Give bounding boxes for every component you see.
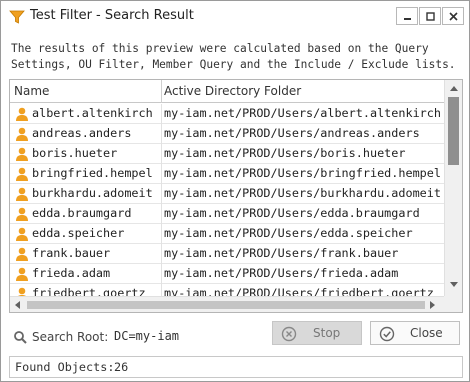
user-icon bbox=[16, 107, 28, 121]
vertical-scrollbar[interactable] bbox=[444, 80, 462, 296]
stop-button[interactable]: Stop bbox=[272, 321, 362, 345]
found-objects-label: Found Objects: bbox=[15, 360, 115, 374]
minimize-button[interactable] bbox=[396, 7, 418, 25]
description-line: Settings, OU Filter, Member Query and th… bbox=[11, 58, 456, 71]
cell-folder: my-iam.net/PROD/Users/friedbert.goertz bbox=[164, 286, 434, 296]
cell-name: bringfried.hempel bbox=[32, 166, 153, 180]
scroll-left-arrow-icon[interactable] bbox=[14, 301, 20, 309]
user-icon bbox=[16, 207, 28, 221]
cell-divider bbox=[161, 244, 162, 264]
cell-divider bbox=[161, 224, 162, 244]
user-icon bbox=[18, 287, 26, 296]
check-circle-icon bbox=[379, 326, 395, 342]
table-row[interactable]: boris.hueter my-iam.net/PROD/Users/boris… bbox=[10, 144, 444, 164]
cell-divider bbox=[161, 104, 162, 124]
table-row[interactable]: andreas.anders my-iam.net/PROD/Users/and… bbox=[10, 124, 444, 144]
user-icon bbox=[16, 127, 28, 141]
cell-name: andreas.anders bbox=[32, 126, 132, 140]
table-row[interactable]: bringfried.hempel my-iam.net/PROD/Users/… bbox=[10, 164, 444, 184]
cell-folder: my-iam.net/PROD/Users/albert.altenkirch bbox=[164, 106, 441, 120]
search-root-value: DC=my-iam bbox=[114, 329, 180, 343]
cell-folder: my-iam.net/PROD/Users/frieda.adam bbox=[164, 266, 399, 280]
user-icon bbox=[16, 167, 28, 181]
close-button-label: Close bbox=[410, 326, 443, 340]
vertical-scroll-thumb[interactable] bbox=[448, 97, 459, 165]
cell-divider bbox=[161, 284, 162, 296]
scroll-up-arrow-icon[interactable] bbox=[450, 85, 458, 91]
table-row[interactable]: friedbert.goertz my-iam.net/PROD/Users/f… bbox=[10, 284, 444, 296]
stop-circle-icon bbox=[281, 326, 297, 342]
cell-folder: my-iam.net/PROD/Users/edda.speicher bbox=[164, 226, 413, 240]
cell-name: friedbert.goertz bbox=[32, 286, 146, 296]
cell-divider bbox=[161, 124, 162, 144]
scroll-down-arrow-icon[interactable] bbox=[450, 282, 458, 288]
grid-rows: albert.altenkirch my-iam.net/PROD/Users/… bbox=[10, 104, 444, 296]
table-row[interactable]: edda.speicher my-iam.net/PROD/Users/edda… bbox=[10, 224, 444, 244]
minimize-icon bbox=[404, 18, 411, 20]
grid-header: Name Active Directory Folder bbox=[10, 80, 444, 103]
table-row[interactable]: frieda.adam my-iam.net/PROD/Users/frieda… bbox=[10, 264, 444, 284]
table-row[interactable]: albert.altenkirch my-iam.net/PROD/Users/… bbox=[10, 104, 444, 124]
results-grid[interactable]: Name Active Directory Folder albert.alte… bbox=[9, 79, 463, 313]
table-row[interactable]: edda.braumgard my-iam.net/PROD/Users/edd… bbox=[10, 204, 444, 224]
cell-divider bbox=[161, 184, 162, 204]
user-icon bbox=[16, 227, 28, 241]
user-icon bbox=[16, 247, 28, 261]
description-line: The results of this preview were calcula… bbox=[11, 42, 429, 55]
user-icon bbox=[16, 187, 28, 201]
cell-name: frank.bauer bbox=[32, 246, 111, 260]
cell-name: albert.altenkirch bbox=[32, 106, 153, 120]
cell-name: boris.hueter bbox=[32, 146, 118, 160]
horizontal-scroll-thumb[interactable] bbox=[27, 301, 425, 309]
maximize-icon bbox=[426, 12, 435, 21]
cell-name: edda.braumgard bbox=[32, 206, 132, 220]
column-header-folder[interactable]: Active Directory Folder bbox=[164, 84, 301, 98]
cell-name: burkhardu.adomeit bbox=[32, 186, 153, 200]
cell-divider bbox=[161, 264, 162, 284]
cell-name: frieda.adam bbox=[32, 266, 111, 280]
horizontal-scrollbar[interactable] bbox=[10, 296, 444, 312]
search-root-label: Search Root: bbox=[32, 330, 109, 344]
close-button[interactable]: Close bbox=[370, 321, 460, 345]
search-result-window: Test Filter - Search Result The results … bbox=[0, 0, 470, 382]
user-icon bbox=[16, 147, 28, 161]
cell-divider bbox=[161, 164, 162, 184]
cell-folder: my-iam.net/PROD/Users/bringfried.hempel bbox=[164, 166, 441, 180]
stop-button-label: Stop bbox=[313, 326, 341, 340]
title-bar: Test Filter - Search Result bbox=[1, 1, 469, 31]
cell-folder: my-iam.net/PROD/Users/edda.braumgard bbox=[164, 206, 420, 220]
cell-folder: my-iam.net/PROD/Users/frank.bauer bbox=[164, 246, 399, 260]
scroll-right-arrow-icon[interactable] bbox=[430, 301, 436, 309]
cell-name: edda.speicher bbox=[32, 226, 125, 240]
cell-divider bbox=[161, 144, 162, 164]
table-row[interactable]: burkhardu.adomeit my-iam.net/PROD/Users/… bbox=[10, 184, 444, 204]
description-text: The results of this preview were calcula… bbox=[11, 41, 461, 73]
cell-folder: my-iam.net/PROD/Users/andreas.anders bbox=[164, 126, 420, 140]
column-divider[interactable] bbox=[161, 80, 162, 103]
cell-folder: my-iam.net/PROD/Users/burkhardu.adomeit bbox=[164, 186, 441, 200]
found-objects-count: 26 bbox=[114, 360, 129, 374]
magnifier-icon bbox=[14, 331, 27, 344]
close-window-button[interactable] bbox=[442, 7, 464, 25]
close-icon bbox=[449, 12, 458, 21]
user-icon bbox=[16, 267, 28, 281]
column-header-name[interactable]: Name bbox=[14, 84, 49, 98]
cell-divider bbox=[161, 204, 162, 224]
found-objects-box: Found Objects: 26 bbox=[9, 356, 463, 378]
table-row[interactable]: frank.bauer my-iam.net/PROD/Users/frank.… bbox=[10, 244, 444, 264]
scrollbar-corner bbox=[444, 296, 462, 312]
cell-folder: my-iam.net/PROD/Users/boris.hueter bbox=[164, 146, 406, 160]
maximize-button[interactable] bbox=[419, 7, 441, 25]
window-title: Test Filter - Search Result bbox=[30, 8, 194, 23]
filter-icon bbox=[9, 10, 25, 24]
